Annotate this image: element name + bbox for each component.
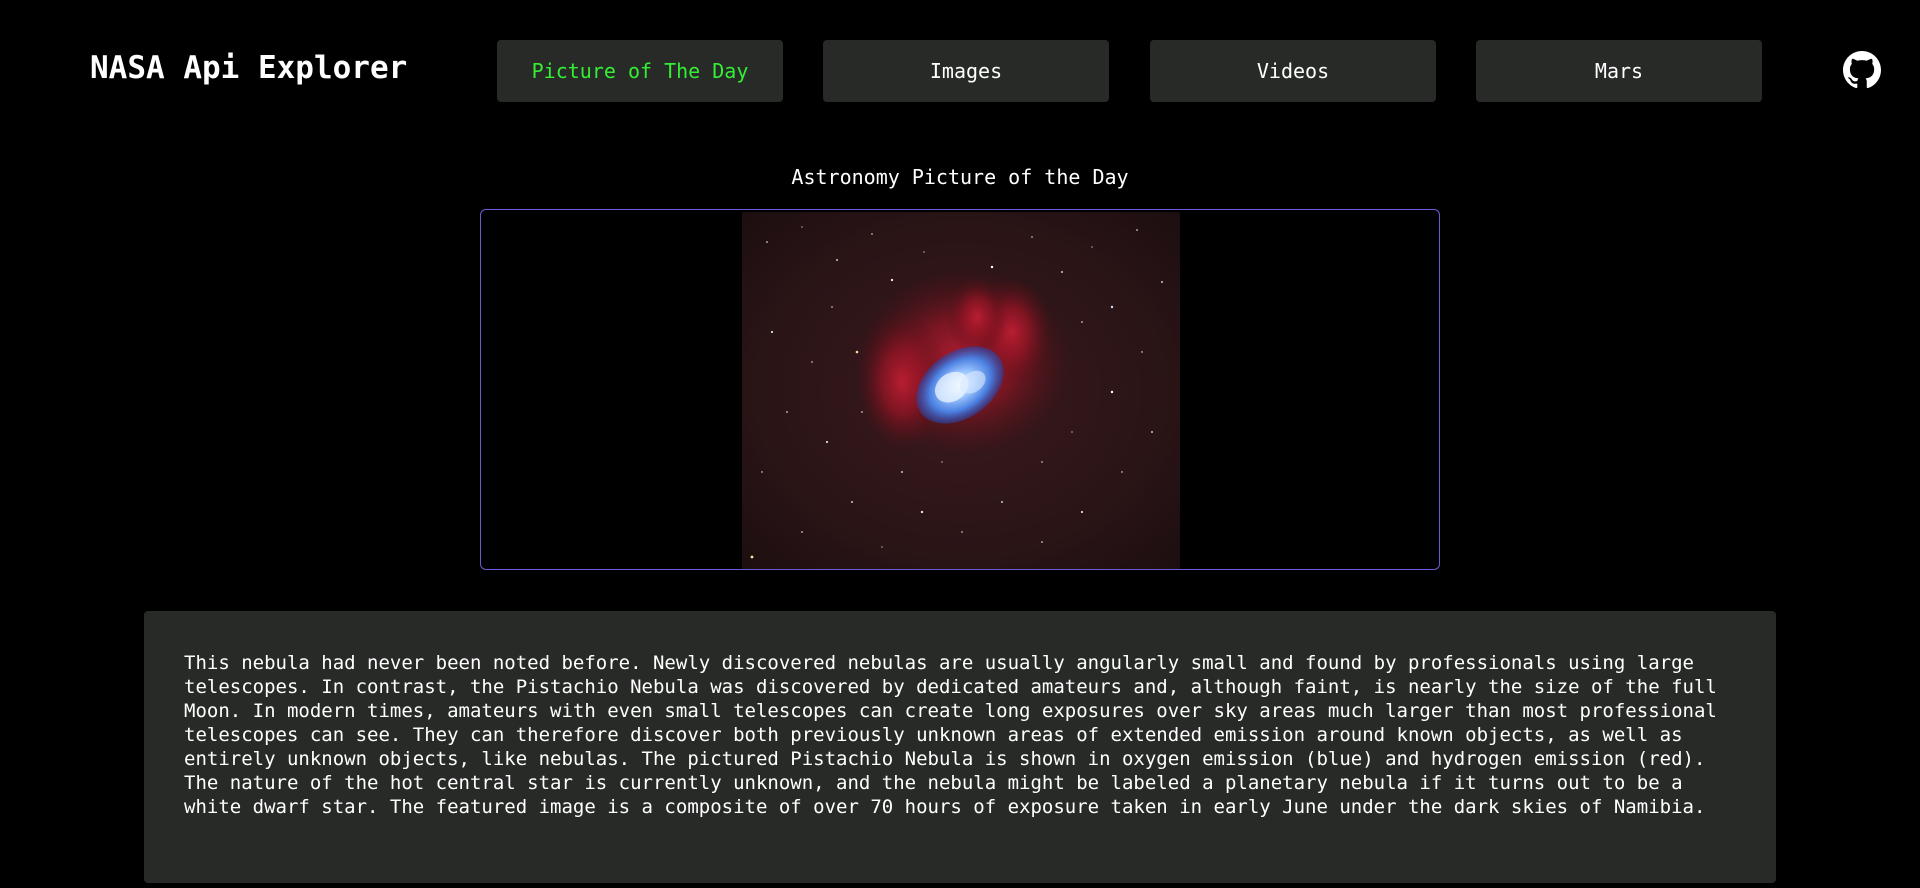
nav-label: Videos	[1256, 59, 1330, 83]
app-title: NASA Api Explorer	[90, 50, 408, 86]
nav-videos[interactable]: Videos	[1150, 40, 1436, 102]
nav-picture-of-the-day[interactable]: Picture of The Day	[497, 40, 783, 102]
github-icon-svg	[1843, 51, 1881, 89]
nav-label: Images	[929, 59, 1003, 83]
page: NASA Api Explorer Picture of The Day Ima…	[0, 0, 1920, 888]
nav-mars[interactable]: Mars	[1476, 40, 1762, 102]
nav-images[interactable]: Images	[823, 40, 1109, 102]
section-title: Astronomy Picture of the Day	[791, 165, 1129, 189]
image-frame	[480, 209, 1440, 570]
nav-label: Mars	[1594, 59, 1644, 83]
github-icon[interactable]	[1843, 51, 1881, 89]
apod-description: This nebula had never been noted before.…	[184, 652, 1717, 818]
nav-label: Picture of The Day	[531, 59, 749, 83]
description-panel: This nebula had never been noted before.…	[144, 611, 1776, 883]
nebula-image	[742, 212, 1180, 569]
